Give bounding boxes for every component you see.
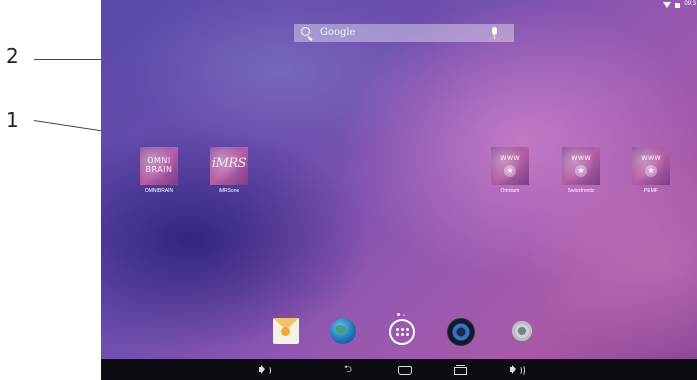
swissfrontic-app-icon: www ★	[562, 147, 600, 185]
search-icon	[301, 27, 310, 36]
app-imrsone[interactable]: iMRS iMRSone	[204, 147, 254, 194]
app-label: PEMF	[644, 188, 658, 194]
app-label: iMRSone	[218, 188, 240, 194]
gear-hole	[518, 327, 526, 335]
page-dot	[403, 314, 405, 316]
all-apps-icon[interactable]	[389, 319, 415, 345]
app-label: OMNIBRAIN	[144, 188, 174, 194]
browser-icon[interactable]	[330, 318, 356, 344]
status-time: 09:3	[684, 1, 696, 7]
microphone-icon[interactable]	[492, 27, 497, 39]
web-tile-text: www	[500, 153, 520, 162]
app-omnibrain[interactable]: OMNI BRAIN OMNIBRAIN	[134, 147, 184, 194]
app-pemf[interactable]: www ★ PEMF	[626, 147, 676, 194]
omnibrain-app-icon: OMNI BRAIN	[140, 147, 178, 185]
google-search-bar[interactable]: Google	[294, 24, 514, 42]
omnium-app-icon: www ★	[491, 147, 529, 185]
app-omnium[interactable]: www ★ Omnium	[485, 147, 535, 194]
callout-label-2: 2	[6, 44, 19, 68]
recents-icon[interactable]	[451, 363, 469, 376]
tablet-home-screen: 09:3 Google OMNI BRAIN OMNIBRAIN iMRS iM…	[101, 0, 697, 380]
wifi-icon	[663, 2, 671, 8]
web-tile-text: www	[571, 153, 591, 162]
star-icon: ★	[504, 165, 516, 177]
music-icon[interactable]	[447, 318, 475, 346]
omnibrain-tile-text: OMNI BRAIN	[145, 156, 173, 174]
email-icon[interactable]	[273, 318, 299, 344]
back-icon[interactable]: ⮌	[339, 363, 357, 376]
imrsone-tile-text: iMRS	[211, 156, 247, 171]
app-label: Omnium	[500, 188, 520, 194]
status-bar: 09:3	[101, 0, 697, 12]
navigation-bar: ⮌	[101, 359, 697, 380]
search-placeholder: Google	[320, 27, 356, 38]
star-icon: ★	[575, 165, 587, 177]
star-icon: ★	[645, 165, 657, 177]
settings-icon[interactable]	[508, 317, 536, 345]
web-tile-text: www	[641, 153, 661, 162]
imrsone-app-icon: iMRS	[210, 147, 248, 185]
page-dot-active	[397, 313, 400, 316]
callout-label-1: 1	[6, 108, 19, 132]
app-swissfrontic[interactable]: www ★ Swissfrontic	[556, 147, 606, 194]
app-label: Swissfrontic	[567, 188, 595, 194]
volume-down-icon[interactable]	[257, 363, 275, 376]
home-icon[interactable]	[395, 363, 413, 376]
battery-icon	[675, 3, 680, 8]
volume-up-icon[interactable]	[508, 363, 526, 376]
pemf-app-icon: www ★	[632, 147, 670, 185]
